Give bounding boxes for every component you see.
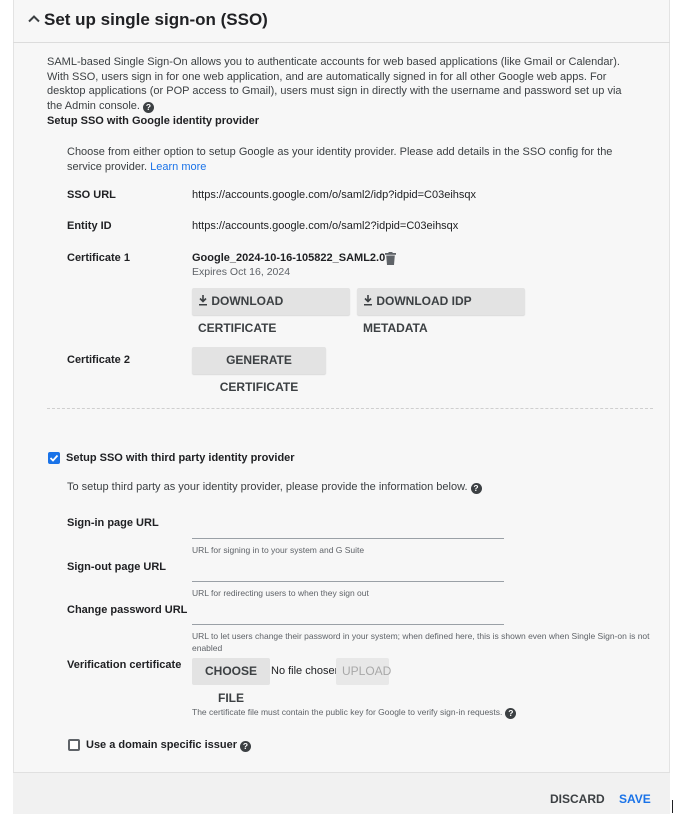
download-certificate-label: DOWNLOAD CERTIFICATE: [198, 294, 284, 335]
sso-url-label: SSO URL: [67, 189, 116, 201]
choose-file-button[interactable]: CHOOSE FILE: [192, 658, 270, 705]
third-party-sso-label[interactable]: Setup SSO with third party identity prov…: [66, 452, 295, 464]
certificate-2-label: Certificate 2: [67, 354, 130, 366]
change-password-url-label: Change password URL: [67, 604, 188, 616]
download-idp-metadata-button[interactable]: DOWNLOAD IDP METADATA: [357, 288, 525, 335]
learn-more-link[interactable]: Learn more: [150, 161, 206, 173]
signin-url-label: Sign-in page URL: [67, 517, 159, 529]
sso-description-text: SAML-based Single Sign-On allows you to …: [47, 56, 622, 112]
verification-certificate-label: Verification certificate: [67, 659, 182, 671]
help-icon[interactable]: ?: [470, 483, 482, 494]
generate-certificate-button[interactable]: GENERATE CERTIFICATE: [192, 347, 326, 394]
certificate-1-label: Certificate 1: [67, 252, 130, 264]
certificate-1-expiry: Expires Oct 16, 2024: [192, 266, 291, 278]
third-party-intro-text: To setup third party as your identity pr…: [67, 481, 468, 493]
certificate-hint-text: The certificate file must contain the pu…: [192, 707, 503, 717]
signin-url-underline: [192, 538, 504, 539]
change-password-url-hint: URL to let users change their password i…: [192, 631, 650, 653]
google-idp-intro-text: Choose from either option to setup Googl…: [67, 146, 613, 173]
upload-button[interactable]: UPLOAD: [336, 658, 391, 685]
section-title[interactable]: Set up single sign-on (SSO): [44, 10, 268, 30]
entity-id-label: Entity ID: [67, 220, 112, 232]
help-icon[interactable]: ?: [505, 708, 517, 719]
certificate-1-name: Google_2024-10-16-105822_SAML2.0: [192, 252, 386, 264]
header-divider: [13, 42, 670, 43]
chevron-up-icon[interactable]: [27, 12, 41, 26]
signout-url-underline: [192, 581, 504, 582]
sso-url-value: https://accounts.google.com/o/saml2/idp?…: [192, 189, 477, 201]
third-party-sso-checkbox[interactable]: [48, 452, 60, 464]
download-certificate-button[interactable]: DOWNLOAD CERTIFICATE: [192, 288, 350, 335]
download-icon: [199, 295, 207, 306]
text-cursor: [672, 800, 673, 813]
section-divider: [47, 408, 653, 409]
change-password-url-underline: [192, 624, 504, 625]
download-icon: [364, 295, 372, 306]
sso-description: SAML-based Single Sign-On allows you to …: [47, 55, 632, 113]
signin-url-hint: URL for signing in to your system and G …: [192, 545, 365, 555]
no-file-chosen-text: No file chosen: [271, 665, 341, 677]
third-party-intro: To setup third party as your identity pr…: [67, 480, 482, 495]
google-idp-intro: Choose from either option to setup Googl…: [67, 145, 627, 174]
google-idp-heading: Setup SSO with Google identity provider: [47, 115, 260, 127]
domain-issuer-label-text[interactable]: Use a domain specific issuer: [86, 739, 237, 751]
certificate-hint: The certificate file must contain the pu…: [192, 706, 517, 719]
signout-url-hint: URL for redirecting users to when they s…: [192, 588, 369, 598]
save-button[interactable]: SAVE: [619, 792, 651, 806]
entity-id-value: https://accounts.google.com/o/saml2?idpi…: [192, 220, 459, 232]
help-icon[interactable]: ?: [240, 741, 252, 752]
domain-issuer-label: Use a domain specific issuer?: [86, 739, 252, 752]
help-icon[interactable]: ?: [142, 101, 154, 113]
discard-button[interactable]: DISCARD: [550, 792, 605, 806]
trash-icon[interactable]: [385, 252, 396, 265]
domain-issuer-checkbox[interactable]: [68, 739, 80, 751]
signout-url-label: Sign-out page URL: [67, 561, 166, 573]
